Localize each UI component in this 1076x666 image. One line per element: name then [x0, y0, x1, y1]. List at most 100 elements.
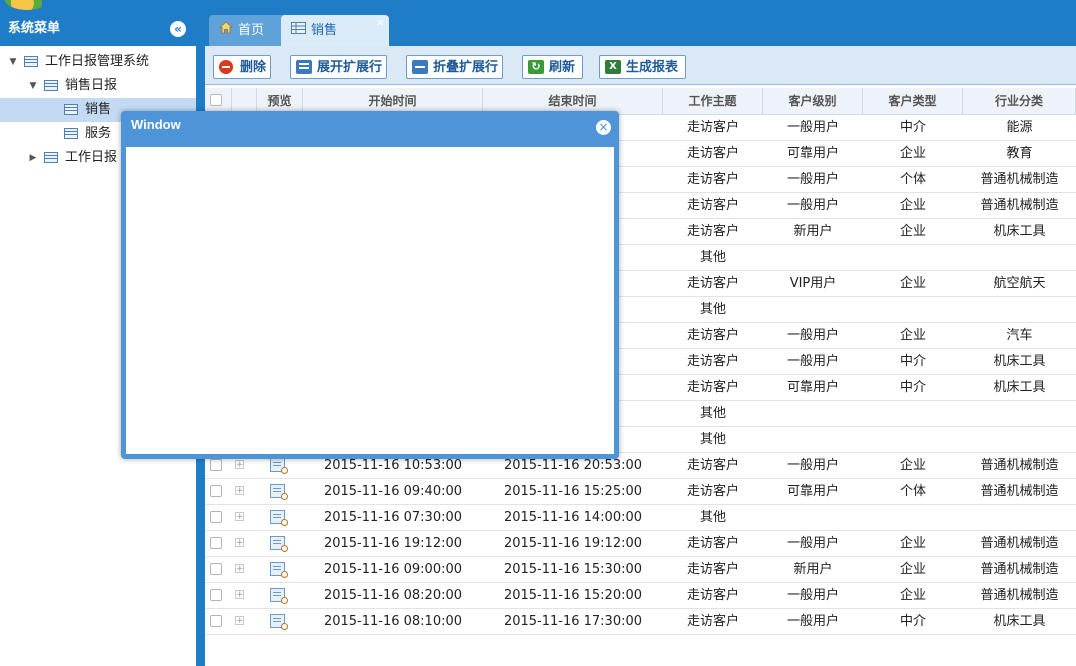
- tree-collapsed-icon[interactable]: ▶: [28, 146, 38, 170]
- table-row[interactable]: +2015-11-16 07:30:00 2015-11-16 14:00:00 其…: [205, 505, 1076, 531]
- topic-cell: 其他: [699, 510, 726, 525]
- customer-type-cell: 中介: [899, 120, 926, 135]
- row-expand-icon[interactable]: +: [235, 590, 244, 600]
- preview-icon[interactable]: [270, 588, 288, 604]
- customer-type-cell: 企业: [899, 536, 926, 551]
- select-all-checkbox[interactable]: [210, 94, 222, 106]
- customer-type-cell: 企业: [899, 562, 926, 577]
- col-customer-type[interactable]: 客户类型: [863, 88, 963, 114]
- expand-rows-icon: [296, 60, 312, 74]
- window-body: [126, 147, 614, 454]
- expand-rows-button[interactable]: 展开扩展行: [290, 55, 387, 79]
- topic-cell: 走访客户: [686, 276, 739, 291]
- row-expand-icon[interactable]: +: [235, 460, 244, 470]
- tab-home-label: 首页: [238, 23, 265, 38]
- preview-icon[interactable]: [270, 536, 288, 552]
- industry-cell: 教育: [1006, 146, 1033, 161]
- row-checkbox[interactable]: [210, 563, 222, 575]
- tab-close-icon[interactable]: ×: [376, 12, 385, 38]
- tree-node-label: 工作日报管理系统: [45, 54, 150, 69]
- topic-cell: 走访客户: [686, 536, 739, 551]
- delete-button-label: 删除: [240, 60, 267, 75]
- topic-cell: 走访客户: [686, 614, 739, 629]
- table-row[interactable]: +2015-11-16 08:10:00 2015-11-16 17:30:00 走…: [205, 609, 1076, 635]
- row-checkbox[interactable]: [210, 615, 222, 627]
- row-expand-icon[interactable]: +: [235, 538, 244, 548]
- tree-node[interactable]: ▼ 工作日报管理系统: [0, 50, 196, 74]
- industry-cell: 普通机械制造: [980, 588, 1059, 603]
- collapse-rows-button[interactable]: 折叠扩展行: [406, 55, 503, 79]
- close-icon[interactable]: ×: [596, 120, 611, 135]
- table-row[interactable]: +2015-11-16 19:12:00 2015-11-16 19:12:00 走…: [205, 531, 1076, 557]
- preview-icon[interactable]: [270, 510, 288, 526]
- topic-cell: 其他: [699, 302, 726, 317]
- customer-type-cell: 企业: [899, 588, 926, 603]
- start-time-cell: 2015-11-16 08:20:00: [323, 588, 463, 603]
- customer-type-cell: 个体: [899, 172, 926, 187]
- tree-expanded-icon[interactable]: ▼: [8, 50, 18, 74]
- customer-level-cell: 一般用户: [786, 120, 839, 135]
- end-time-cell: 2015-11-16 19:12:00: [503, 536, 643, 551]
- row-expand-icon[interactable]: +: [235, 564, 244, 574]
- tree-node[interactable]: ▼ 销售日报: [0, 74, 196, 98]
- table-row[interactable]: +2015-11-16 08:20:00 2015-11-16 15:20:00 走…: [205, 583, 1076, 609]
- tab-bar: 首页 销售 ×: [205, 12, 1076, 46]
- col-topic[interactable]: 工作主题: [663, 88, 763, 114]
- customer-type-cell: 中介: [899, 614, 926, 629]
- industry-cell: [963, 401, 1076, 426]
- customer-type-cell: 企业: [899, 458, 926, 473]
- generate-report-button-label: 生成报表: [626, 60, 679, 75]
- col-customer-level[interactable]: 客户级别: [763, 88, 863, 114]
- customer-type-cell: [863, 297, 963, 322]
- industry-cell: 机床工具: [993, 614, 1046, 629]
- customer-level-cell: 一般用户: [786, 588, 839, 603]
- customer-type-cell: 企业: [899, 224, 926, 239]
- customer-level-cell: 一般用户: [786, 198, 839, 213]
- topic-cell: 走访客户: [686, 328, 739, 343]
- customer-level-cell: 一般用户: [786, 536, 839, 551]
- customer-level-cell: 新用户: [793, 224, 833, 239]
- tree-node-label: 销售: [85, 102, 112, 117]
- col-industry[interactable]: 行业分类: [963, 88, 1076, 114]
- topic-cell: 其他: [699, 250, 726, 265]
- customer-level-cell: VIP用户: [789, 276, 837, 291]
- preview-icon[interactable]: [270, 614, 288, 630]
- row-expand-icon[interactable]: +: [235, 616, 244, 626]
- customer-level-cell: 一般用户: [786, 172, 839, 187]
- table-icon: [44, 152, 58, 163]
- topic-cell: 其他: [699, 432, 726, 447]
- row-expand-icon[interactable]: +: [235, 512, 244, 522]
- window-title: Window: [131, 117, 181, 132]
- double-chevron-left-icon[interactable]: «: [170, 21, 186, 37]
- industry-cell: 普通机械制造: [980, 536, 1059, 551]
- industry-cell: [963, 427, 1076, 452]
- customer-type-cell: [863, 505, 963, 530]
- preview-icon[interactable]: [270, 484, 288, 500]
- row-checkbox[interactable]: [210, 589, 222, 601]
- industry-cell: [963, 245, 1076, 270]
- table-row[interactable]: +2015-11-16 09:40:00 2015-11-16 15:25:00 走…: [205, 479, 1076, 505]
- preview-icon[interactable]: [270, 562, 288, 578]
- topic-cell: 走访客户: [686, 198, 739, 213]
- industry-cell: 能源: [1006, 120, 1033, 135]
- customer-level-cell: 新用户: [793, 562, 833, 577]
- preview-icon[interactable]: [270, 458, 288, 474]
- topic-cell: 其他: [699, 406, 726, 421]
- delete-button[interactable]: 删除: [213, 55, 271, 79]
- refresh-button[interactable]: ↻ 刷新: [522, 55, 583, 79]
- end-time-cell: 2015-11-16 14:00:00: [503, 510, 643, 525]
- tree-expanded-icon[interactable]: ▼: [28, 74, 38, 98]
- customer-type-cell: 中介: [899, 354, 926, 369]
- row-checkbox[interactable]: [210, 511, 222, 523]
- table-row[interactable]: +2015-11-16 09:00:00 2015-11-16 15:30:00 走…: [205, 557, 1076, 583]
- row-expand-icon[interactable]: +: [235, 486, 244, 496]
- customer-type-cell: 企业: [899, 198, 926, 213]
- row-checkbox[interactable]: [210, 485, 222, 497]
- row-checkbox[interactable]: [210, 537, 222, 549]
- generate-report-button[interactable]: X 生成报表: [599, 55, 686, 79]
- row-checkbox[interactable]: [210, 459, 222, 471]
- tab-sales[interactable]: 销售 ×: [281, 15, 389, 46]
- customer-type-cell: [863, 401, 963, 426]
- customer-type-cell: 个体: [899, 484, 926, 499]
- collapse-rows-icon: [412, 60, 428, 74]
